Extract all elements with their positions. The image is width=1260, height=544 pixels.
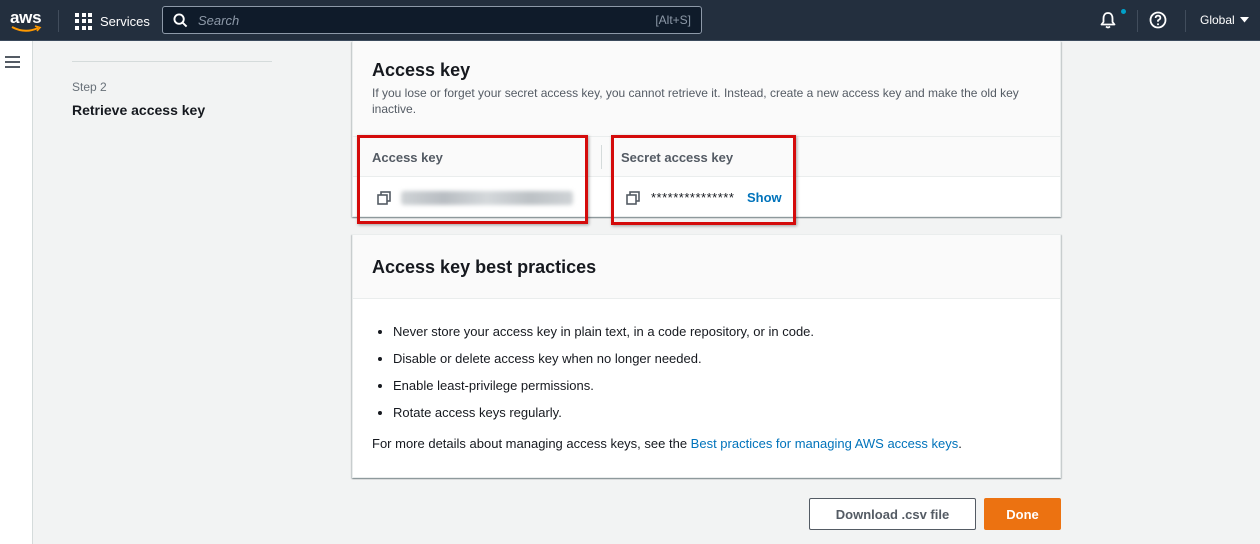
help-icon[interactable]	[1149, 11, 1167, 29]
done-button[interactable]: Done	[984, 498, 1061, 530]
search-shortcut-hint: [Alt+S]	[655, 13, 691, 27]
list-item: Enable least-privilege permissions.	[393, 378, 814, 405]
chevron-down-icon	[1239, 17, 1249, 23]
best-practices-card-header: Access key best practices	[353, 235, 1060, 299]
search-placeholder: Search	[198, 13, 240, 28]
services-menu-button[interactable]: Services	[75, 11, 150, 31]
access-key-highlight-box	[357, 135, 588, 224]
aws-smile-icon	[11, 25, 42, 32]
region-selector[interactable]: Global	[1200, 13, 1249, 27]
secret-key-highlight-box	[611, 135, 796, 225]
step-title: Retrieve access key	[72, 102, 206, 118]
nav-divider	[58, 10, 59, 32]
best-practices-title: Access key best practices	[372, 257, 597, 277]
steps-divider	[72, 61, 272, 62]
bell-icon[interactable]	[1099, 11, 1117, 29]
list-item: Never store your access key in plain tex…	[393, 324, 814, 351]
more-info-prefix: For more details about managing access k…	[372, 436, 691, 451]
best-practices-list: Never store your access key in plain tex…	[393, 324, 814, 432]
nav-divider	[1185, 10, 1186, 32]
hamburger-icon[interactable]	[5, 55, 20, 69]
search-icon	[173, 13, 188, 28]
best-practices-link[interactable]: Best practices for managing AWS access k…	[691, 436, 959, 451]
column-divider	[601, 145, 602, 169]
services-grid-icon	[75, 12, 92, 30]
access-key-card-header: Access key If you lose or forget your se…	[353, 41, 1060, 137]
list-item: Rotate access keys regularly.	[393, 405, 814, 432]
list-item: Disable or delete access key when no lon…	[393, 351, 814, 378]
side-navigation-rail	[0, 41, 33, 544]
search-input[interactable]: Search [Alt+S]	[162, 6, 702, 34]
best-practices-card: Access key best practices Never store yo…	[352, 234, 1061, 478]
best-practices-more-info: For more details about managing access k…	[372, 436, 962, 451]
more-info-suffix: .	[958, 436, 962, 451]
access-key-title: Access key	[372, 60, 471, 80]
aws-logo[interactable]: aws	[10, 8, 44, 34]
nav-divider	[1137, 10, 1138, 32]
top-navigation-bar: aws Services Search [Alt+S] Global	[0, 0, 1260, 41]
services-label: Services	[100, 13, 150, 29]
region-label: Global	[1200, 13, 1235, 27]
notification-dot	[1121, 9, 1126, 14]
access-key-description: If you lose or forget your secret access…	[372, 86, 1019, 116]
download-csv-button[interactable]: Download .csv file	[809, 498, 976, 530]
step-number: Step 2	[72, 80, 107, 94]
